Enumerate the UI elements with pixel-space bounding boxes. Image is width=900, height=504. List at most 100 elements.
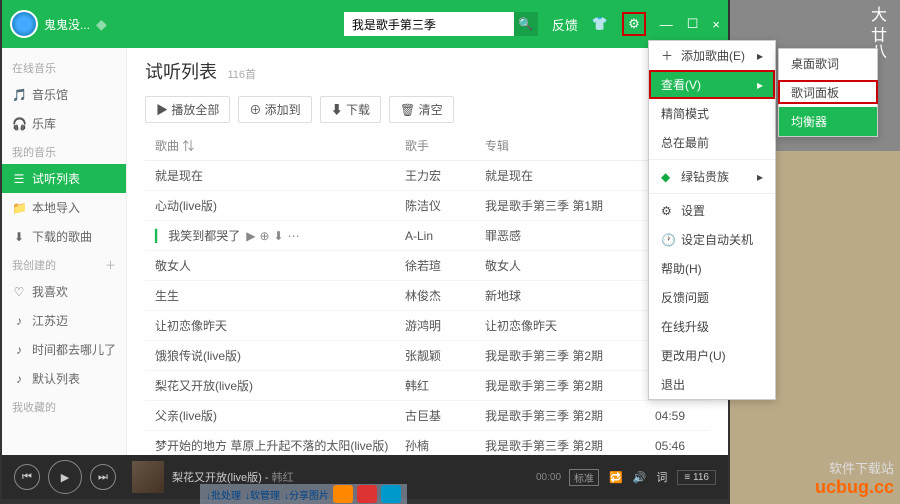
table-row[interactable]: 父亲(live版)古巨基我是歌手第三季 第2期04:59: [145, 401, 710, 431]
table-row[interactable]: ▎我笑到都哭了▶⊕⬇⋯A-Lin罪恶感0: [145, 221, 710, 251]
menu-green-diamond[interactable]: ◆绿钻贵族▸: [649, 162, 775, 191]
submenu-desktop-lyrics[interactable]: 桌面歌词: [779, 49, 877, 78]
app-window: 鬼鬼没... ◆ 🔍 反馈 👕 ⚙ — ☐ × 在线音乐 🎵音乐馆 🎧乐库 我的…: [2, 0, 728, 455]
diamond-icon: ◆: [661, 170, 675, 184]
sidebar-item-musiclib[interactable]: 🎧乐库: [2, 109, 126, 138]
skin-icon[interactable]: 👕: [592, 16, 608, 32]
content-area: 试听列表 116首 ▶ 播放全部 ⊕ 添加到 ⬇ 下载 🗑 清空 歌曲 ⇅ 歌手…: [127, 48, 728, 455]
playback-time: 00:00: [536, 472, 561, 483]
taskbar-icon[interactable]: [381, 485, 401, 503]
playing-indicator-icon: ▎: [155, 229, 164, 243]
toolbar: ▶ 播放全部 ⊕ 添加到 ⬇ 下载 🗑 清空: [145, 96, 710, 123]
menu-settings[interactable]: ⚙设置: [649, 196, 775, 225]
table-row[interactable]: 饿狼传说(live版)张靓颖我是歌手第三季 第2期04:09: [145, 341, 710, 371]
taskbar-item[interactable]: ↓批处理: [206, 487, 241, 502]
col-song[interactable]: 歌曲 ⇅: [145, 137, 405, 154]
sidebar-item-label: 我喜欢: [32, 283, 68, 300]
sidebar-group-mine: 我的音乐: [2, 138, 126, 164]
taskbar-icon[interactable]: [333, 485, 353, 503]
clock-icon: 🕐: [661, 233, 675, 247]
table-row[interactable]: 梦开始的地方 草原上升起不落的太阳(live版)孙楠我是歌手第三季 第2期05:…: [145, 431, 710, 455]
sidebar-item-label: 本地导入: [32, 199, 80, 216]
playlist-count[interactable]: ≡ 116: [677, 470, 716, 485]
diamond-icon[interactable]: ◆: [96, 16, 107, 33]
play-all-button[interactable]: ▶ 播放全部: [145, 96, 230, 123]
download-icon[interactable]: ⬇: [274, 229, 284, 243]
menu-always-top[interactable]: 总在最前: [649, 128, 775, 157]
add-to-button[interactable]: ⊕ 添加到: [238, 96, 311, 123]
taskbar-item[interactable]: ↓分享图片: [284, 487, 329, 502]
username[interactable]: 鬼鬼没...: [44, 16, 90, 33]
table-row[interactable]: 心动(live版)陈洁仪我是歌手第三季 第1期: [145, 191, 710, 221]
submenu-equalizer[interactable]: 均衡器: [779, 107, 877, 136]
minimize-icon[interactable]: —: [660, 17, 673, 32]
table-row[interactable]: 敬女人徐若瑄敬女人: [145, 251, 710, 281]
singer-name: 张靓颖: [405, 347, 485, 364]
gear-icon[interactable]: ⚙: [622, 12, 646, 36]
play-icon[interactable]: ▶: [246, 229, 255, 243]
close-icon[interactable]: ×: [712, 17, 720, 32]
search-input[interactable]: [344, 12, 514, 36]
menu-add-song[interactable]: ＋添加歌曲(E)▸: [649, 41, 775, 70]
song-name: 饿狼传说(live版): [155, 349, 241, 363]
duration: 05:46: [635, 439, 685, 453]
sidebar-item-custom1[interactable]: ♪江苏迈: [2, 306, 126, 335]
download-button[interactable]: ⬇ 下载: [320, 96, 381, 123]
sidebar-item-label: 默认列表: [32, 370, 80, 387]
loop-icon[interactable]: 🔁: [609, 471, 623, 484]
add-icon[interactable]: ⊕: [259, 229, 269, 243]
sidebar-item-playlist[interactable]: ☰试听列表: [2, 164, 126, 193]
sidebar-item-musichall[interactable]: 🎵音乐馆: [2, 80, 126, 109]
clear-button[interactable]: 🗑 清空: [389, 96, 454, 123]
play-button[interactable]: ▶: [48, 460, 82, 494]
menu-simple-mode[interactable]: 精简模式: [649, 99, 775, 128]
title-bar: 鬼鬼没... ◆ 🔍 反馈 👕 ⚙ — ☐ ×: [2, 0, 728, 48]
menu-auto-shutdown[interactable]: 🕐设定自动关机: [649, 225, 775, 254]
sidebar-group-fav: 我收藏的: [2, 393, 126, 419]
sidebar-item-custom2[interactable]: ♪时间都去哪儿了: [2, 335, 126, 364]
singer-name: 孙楠: [405, 437, 485, 454]
table-row[interactable]: 就是现在王力宏就是现在: [145, 161, 710, 191]
submenu-lyrics-panel[interactable]: 歌词面板: [779, 78, 877, 107]
sidebar-item-downloaded[interactable]: ⬇下载的歌曲: [2, 222, 126, 251]
page-count: 116首: [227, 69, 256, 81]
menu-exit[interactable]: 退出: [649, 370, 775, 399]
prev-button[interactable]: ⏮: [14, 464, 40, 490]
table-row[interactable]: 让初恋像昨天游鸿明让初恋像昨天04:47SQ: [145, 311, 710, 341]
taskbar-item[interactable]: ↓软管理: [245, 487, 280, 502]
heart-icon: ♡: [12, 285, 26, 299]
col-album[interactable]: 专辑: [485, 137, 635, 154]
table-row[interactable]: 生生林俊杰新地球04:18SQ: [145, 281, 710, 311]
now-playing[interactable]: 梨花又开放(live版) - 韩红: [172, 469, 294, 485]
song-name: 心动(live版): [155, 199, 217, 213]
album-cover[interactable]: [132, 461, 164, 493]
album-name: 就是现在: [485, 167, 635, 184]
singer-name: 韩红: [405, 377, 485, 394]
feedback-link[interactable]: 反馈: [552, 15, 578, 34]
menu-upgrade[interactable]: 在线升级: [649, 312, 775, 341]
singer-name: 陈洁仪: [405, 197, 485, 214]
sidebar-item-default[interactable]: ♪默认列表: [2, 364, 126, 393]
table-header: 歌曲 ⇅ 歌手 专辑 时...: [145, 131, 710, 161]
table-row[interactable]: 梨花又开放(live版)韩红我是歌手第三季 第2期05:03: [145, 371, 710, 401]
lyrics-icon[interactable]: 词: [656, 469, 667, 485]
taskbar-icon[interactable]: [357, 485, 377, 503]
search-button[interactable]: 🔍: [514, 12, 538, 36]
avatar[interactable]: [10, 10, 38, 38]
sidebar-item-local[interactable]: 📁本地导入: [2, 193, 126, 222]
menu-view[interactable]: 查看(V)▸: [649, 70, 775, 99]
album-name: 我是歌手第三季 第2期: [485, 437, 635, 454]
menu-change-user[interactable]: 更改用户(U): [649, 341, 775, 370]
add-icon[interactable]: ＋: [105, 257, 116, 273]
song-name: 父亲(live版): [155, 409, 217, 423]
next-button[interactable]: ⏭: [90, 464, 116, 490]
maximize-icon[interactable]: ☐: [687, 16, 699, 32]
quality-tag[interactable]: 标准: [569, 469, 599, 486]
list-icon: ☰: [12, 172, 26, 186]
col-singer[interactable]: 歌手: [405, 137, 485, 154]
volume-icon[interactable]: 🔊: [633, 471, 647, 484]
menu-feedback[interactable]: 反馈问题: [649, 283, 775, 312]
more-icon[interactable]: ⋯: [288, 229, 300, 243]
menu-help[interactable]: 帮助(H): [649, 254, 775, 283]
sidebar-item-like[interactable]: ♡ 我喜欢: [2, 277, 126, 306]
